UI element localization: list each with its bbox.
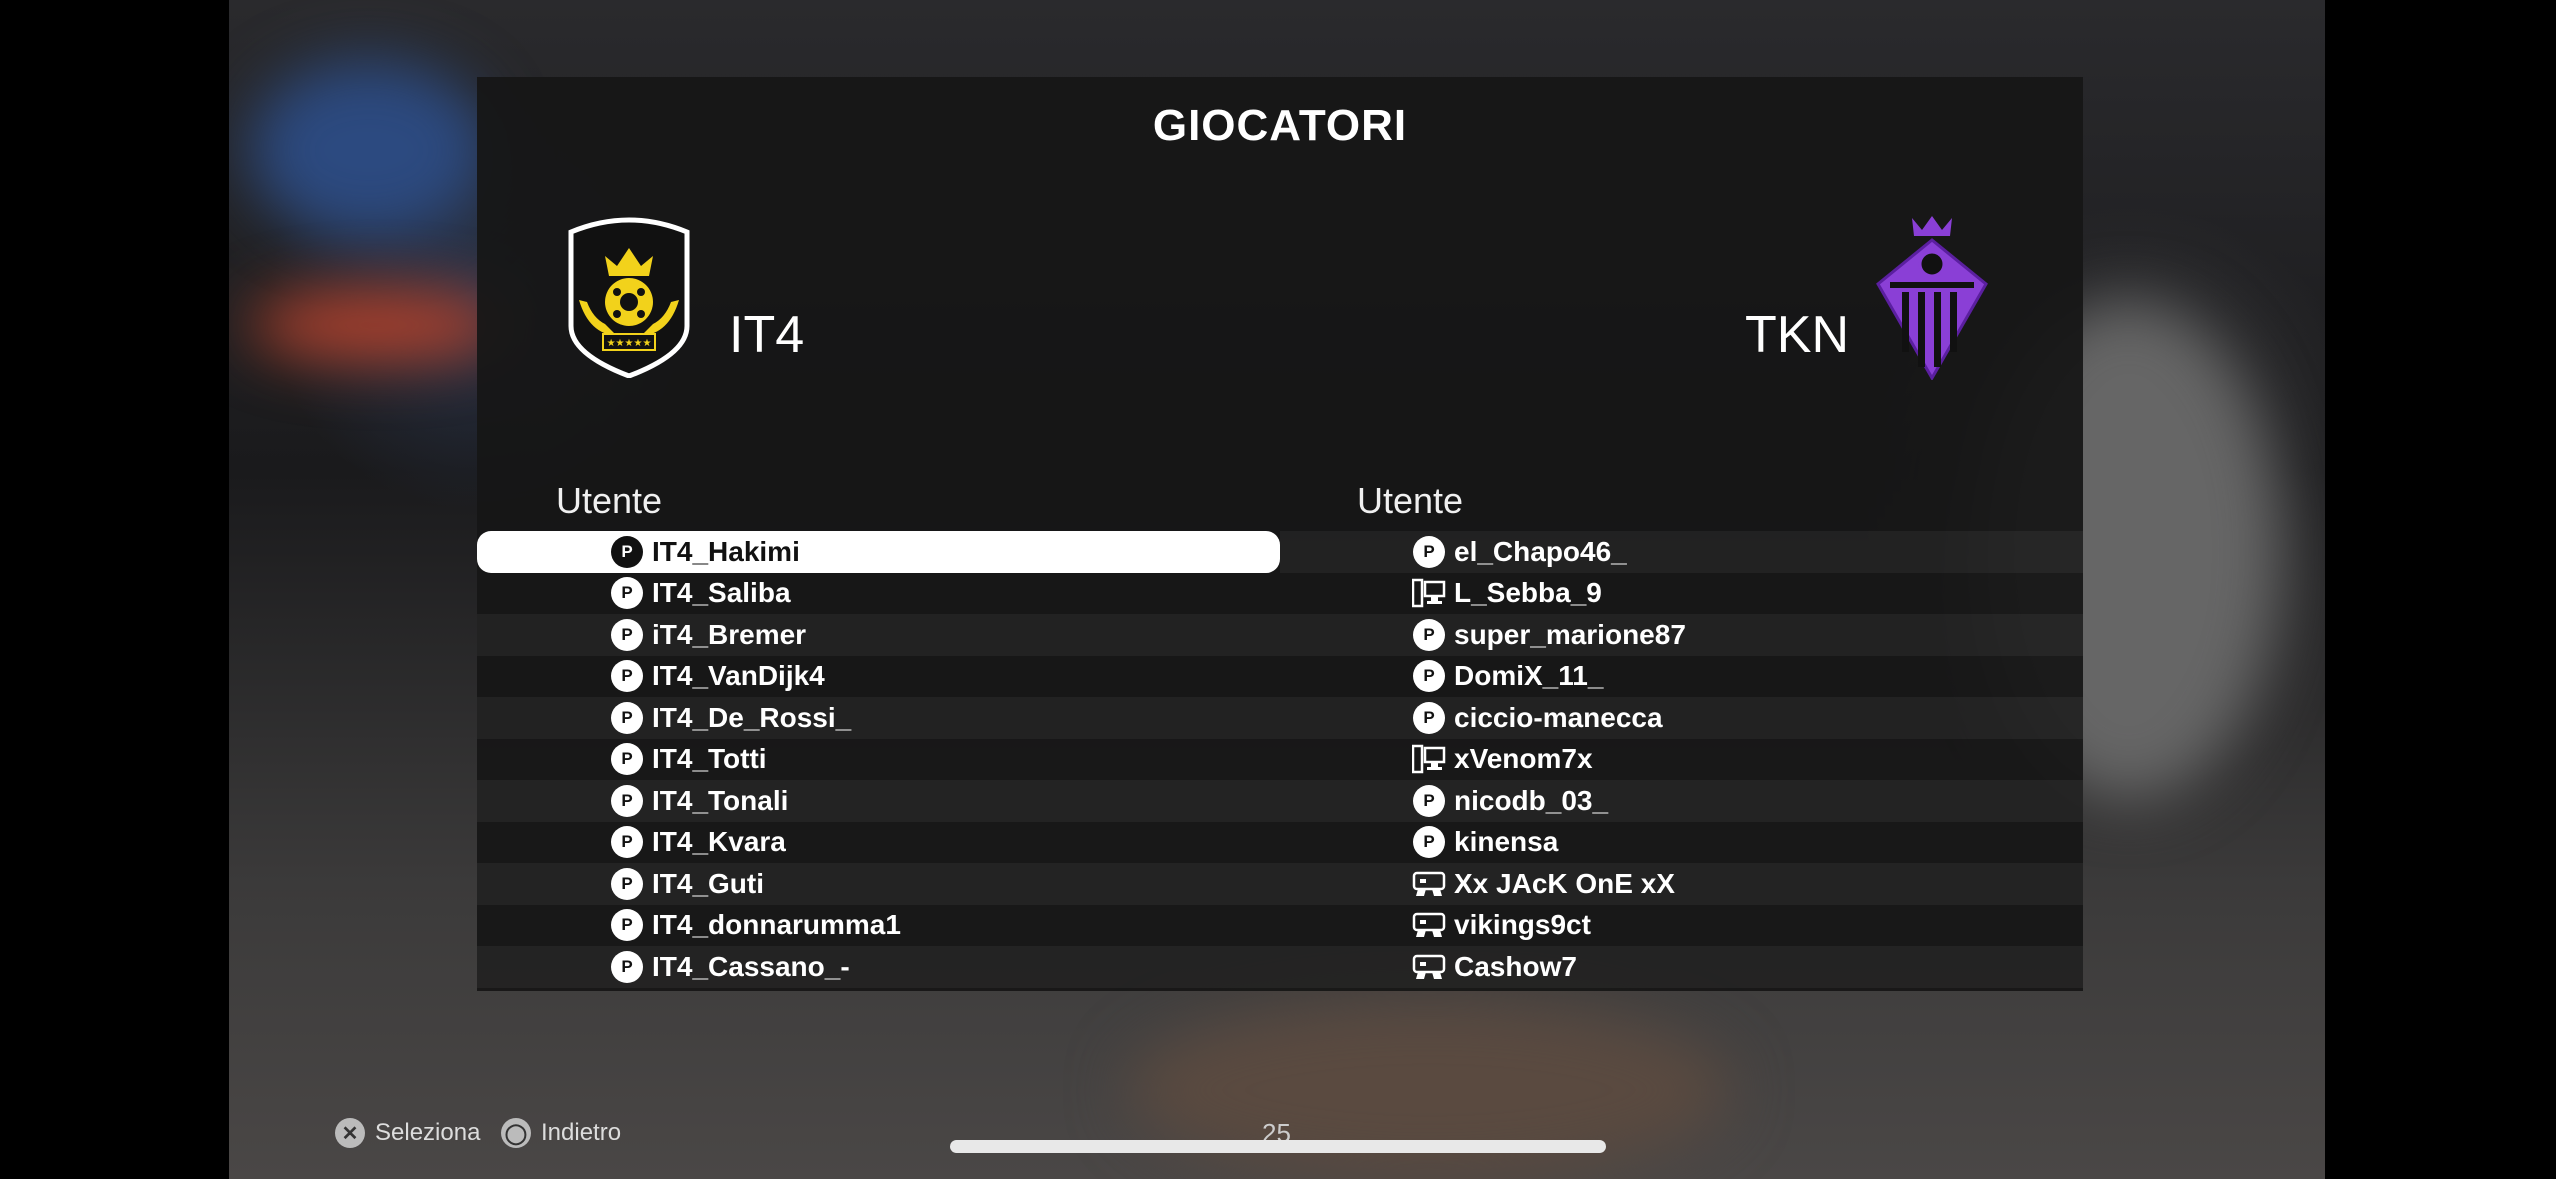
home-players-list: P IT4_Hakimi P IT4_Saliba PiT4_Bremer P IT4_Va… [477, 531, 1280, 988]
away-player-row[interactable]: P DomiX_11_ [1280, 656, 2083, 698]
away-player-row[interactable]: xVenom7x [1280, 739, 2083, 781]
xbox-icon [1412, 867, 1446, 901]
player-name: IT4_Saliba [652, 577, 791, 609]
playstation-icon: P [610, 950, 644, 984]
select-hint[interactable]: ✕ Seleziona [335, 1113, 480, 1153]
player-name: IT4_Guti [652, 867, 765, 899]
xbox-icon [1412, 908, 1446, 942]
player-name: Xx JAcK OnE xX [1454, 867, 1675, 899]
home-team-crest-icon: ★★★★★ [568, 217, 690, 378]
select-label: Seleziona [375, 1119, 481, 1146]
home-player-row[interactable]: P IT4_Totti [477, 739, 1280, 781]
playstation-icon: P [610, 659, 644, 693]
player-name: IT4_Kvara [652, 826, 786, 858]
player-name: super_marione87 [1454, 618, 1686, 650]
playstation-icon: P [1412, 535, 1446, 569]
away-player-row[interactable]: L_Sebba_9 [1280, 573, 2083, 615]
home-player-row[interactable]: P IT4_VanDijk4 [477, 656, 1280, 698]
away-team-crest-icon [1876, 216, 1988, 380]
back-label: Indietro [541, 1119, 622, 1146]
home-player-row[interactable]: P IT4_Cassano_- [477, 946, 1280, 988]
playstation-icon: P [610, 908, 644, 942]
playstation-icon: P [610, 784, 644, 818]
playstation-icon: P [1412, 784, 1446, 818]
player-name: IT4_VanDijk4 [652, 660, 825, 692]
playstation-icon: P [610, 535, 644, 569]
background-figure [249, 60, 489, 240]
player-name: IT4_donnarumma1 [652, 909, 901, 941]
away-player-row[interactable]: Pel_Chapo46_ [1280, 531, 2083, 573]
home-player-row[interactable]: P IT4_Tonali [477, 780, 1280, 822]
page-title: GIOCATORI [1152, 101, 1408, 150]
home-player-row[interactable]: P IT4_Guti [477, 863, 1280, 905]
playstation-icon: P [1412, 825, 1446, 859]
svg-text:★★★★★: ★★★★★ [607, 338, 652, 349]
home-column-header: Utente [556, 480, 663, 521]
player-name: nicodb_03_ [1454, 784, 1609, 816]
playstation-icon: P [610, 825, 644, 859]
away-player-row[interactable]: Pnicodb_03_ [1280, 780, 2083, 822]
player-name: IT4_Hakimi [652, 535, 800, 567]
player-name: ciccio-manecca [1454, 701, 1663, 733]
home-player-row[interactable]: P IT4_Kvara [477, 822, 1280, 864]
xbox-icon [1412, 950, 1446, 984]
playstation-icon: P [610, 576, 644, 610]
home-player-row[interactable]: P IT4_donnarumma1 [477, 905, 1280, 947]
background-figure [249, 290, 509, 360]
player-name: L_Sebba_9 [1454, 577, 1602, 609]
pc-icon [1412, 576, 1446, 610]
player-name: vikings9ct [1454, 909, 1591, 941]
away-team-name: TKN [1745, 306, 1849, 364]
away-player-row[interactable]: Xx JAcK OnE xX [1280, 863, 2083, 905]
playstation-icon: P [610, 618, 644, 652]
cross-button-icon: ✕ [335, 1118, 365, 1148]
player-name: xVenom7x [1454, 743, 1593, 775]
player-name: IT4_Tonali [652, 784, 789, 816]
away-player-row[interactable]: Psuper_marione87 [1280, 614, 2083, 656]
home-indicator-bar[interactable] [950, 1140, 1606, 1153]
away-player-row[interactable]: Pkinensa [1280, 822, 2083, 864]
playstation-icon: P [610, 701, 644, 735]
away-player-row[interactable]: Cashow7 [1280, 946, 2083, 988]
player-name: Cashow7 [1454, 950, 1577, 982]
home-player-row[interactable]: PiT4_Bremer [477, 614, 1280, 656]
player-name: iT4_Bremer [652, 618, 807, 650]
players-panel: GIOCATORI ★★★★★ IT4 TKN Utente Utente PI… [477, 77, 2083, 991]
player-name: kinensa [1454, 826, 1559, 858]
home-player-row[interactable]: P IT4_De_Rossi_ [477, 697, 1280, 739]
pc-icon [1412, 742, 1446, 776]
away-players-list: Pel_Chapo46_ L_Sebba_9 Psuper_marione87 P Do… [1280, 531, 2083, 988]
home-player-row[interactable]: P IT4_Saliba [477, 573, 1280, 615]
away-player-row[interactable]: vikings9ct [1280, 905, 2083, 947]
player-name: el_Chapo46_ [1454, 535, 1627, 567]
player-name: IT4_Totti [652, 743, 767, 775]
back-hint[interactable]: ◯ Indietro [501, 1113, 621, 1153]
circle-button-icon: ◯ [501, 1118, 531, 1148]
playstation-icon: P [610, 742, 644, 776]
playstation-icon: P [1412, 618, 1446, 652]
player-name: DomiX_11_ [1454, 660, 1604, 692]
home-team-name: IT4 [729, 306, 805, 364]
playstation-icon: P [1412, 701, 1446, 735]
playstation-icon: P [1412, 659, 1446, 693]
home-player-row[interactable]: P IT4_Hakimi [477, 531, 1280, 573]
away-column-header: Utente [1357, 480, 1464, 521]
player-name: IT4_Cassano_- [652, 950, 850, 982]
playstation-icon: P [610, 867, 644, 901]
away-player-row[interactable]: Pciccio-manecca [1280, 697, 2083, 739]
player-name: IT4_De_Rossi_ [652, 701, 852, 733]
